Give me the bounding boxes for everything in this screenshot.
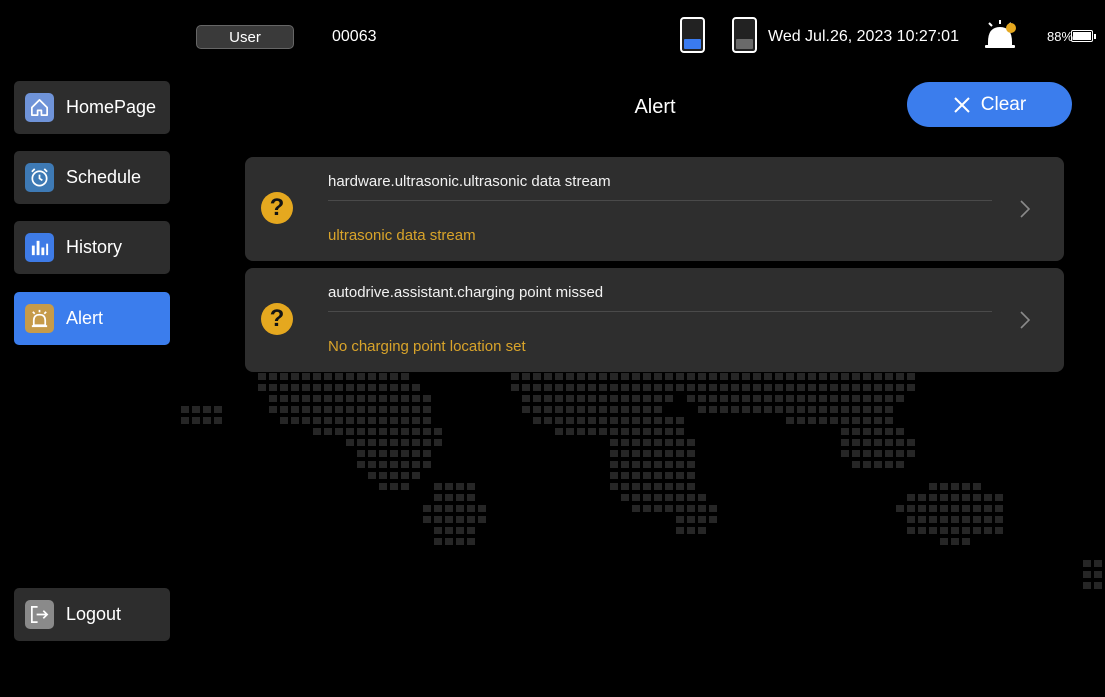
- logout-button[interactable]: Logout: [14, 588, 170, 641]
- clear-button-label: Clear: [980, 93, 1027, 115]
- battery-1-icon: [680, 17, 705, 53]
- sidebar-item-label: History: [66, 237, 123, 257]
- question-icon: ?: [261, 192, 293, 224]
- datetime: Wed Jul.26, 2023 10:27:01: [768, 28, 959, 45]
- home-icon: [25, 93, 54, 122]
- alert-title: autodrive.assistant.charging point misse…: [328, 284, 604, 301]
- battery-icon: [1071, 30, 1096, 42]
- sidebar-item-label: HomePage: [66, 97, 157, 117]
- alert-item[interactable]: ? hardware.ultrasonic.ultrasonic data st…: [245, 157, 1064, 261]
- sidebar-item-history[interactable]: History: [14, 221, 170, 274]
- close-icon: [953, 96, 971, 114]
- alert-title: hardware.ultrasonic.ultrasonic data stre…: [328, 173, 611, 190]
- sidebar-item-homepage[interactable]: HomePage: [14, 81, 170, 134]
- alarm-icon[interactable]: [984, 19, 1018, 49]
- divider: [328, 200, 992, 201]
- alert-description: No charging point location set: [328, 338, 526, 355]
- battery-2-icon: [732, 17, 757, 53]
- question-icon: ?: [261, 303, 293, 335]
- alert-description: ultrasonic data stream: [328, 227, 476, 244]
- divider: [328, 311, 992, 312]
- user-button[interactable]: User: [196, 25, 294, 49]
- page-title: Alert: [634, 96, 676, 118]
- bar-chart-icon: [25, 233, 54, 262]
- device-id: 00063: [332, 28, 377, 45]
- clear-button[interactable]: Clear: [907, 82, 1072, 127]
- chevron-right-icon: [1020, 200, 1031, 218]
- logout-label: Logout: [66, 604, 122, 624]
- sidebar-item-label: Alert: [66, 308, 104, 328]
- alarm-icon: [25, 304, 54, 333]
- clock-icon: [25, 163, 54, 192]
- sidebar-item-label: Schedule: [66, 167, 142, 187]
- sidebar-item-alert[interactable]: Alert: [14, 292, 170, 345]
- logout-icon: [25, 600, 54, 629]
- status-bar: User 00063 Wed Jul.26, 2023 10:27:01 88%: [0, 0, 1105, 70]
- alert-item[interactable]: ? autodrive.assistant.charging point mis…: [245, 268, 1064, 372]
- chevron-right-icon: [1020, 311, 1031, 329]
- battery-percent: 88%: [1047, 29, 1074, 44]
- sidebar-item-schedule[interactable]: Schedule: [14, 151, 170, 204]
